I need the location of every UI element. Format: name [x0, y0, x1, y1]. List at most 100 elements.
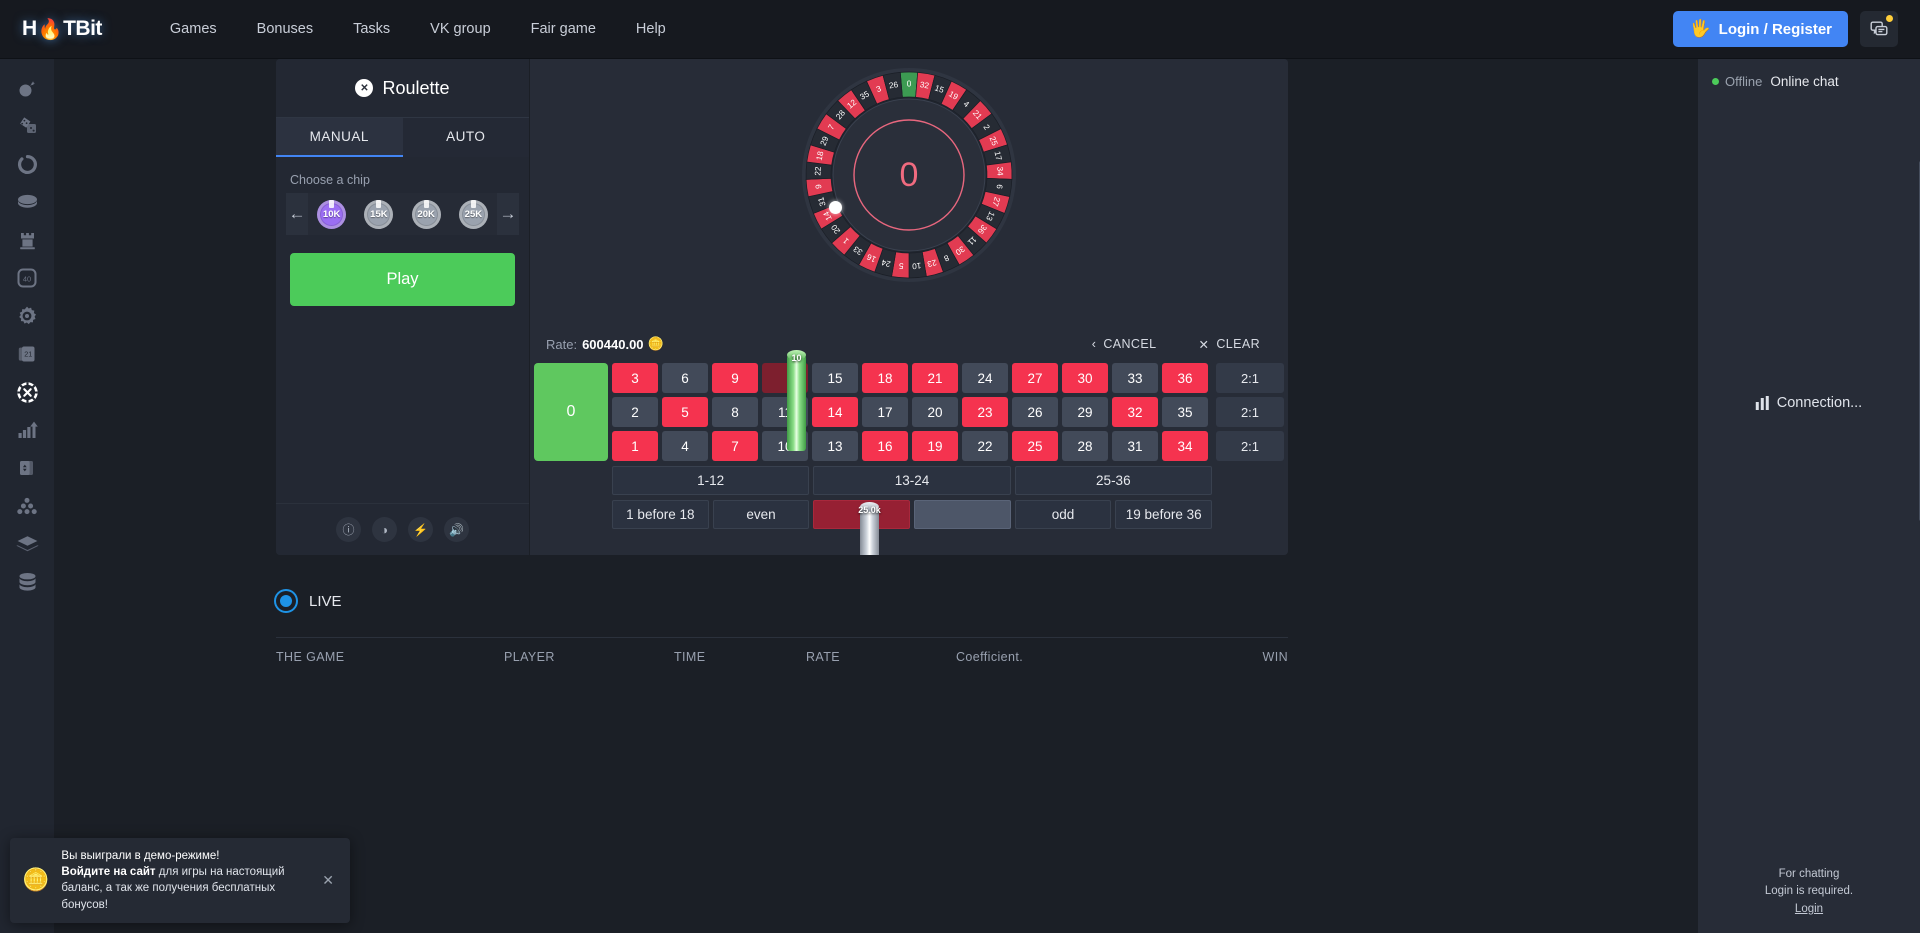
bet-cell-2[interactable]: 2	[612, 397, 658, 427]
bet-cell-8[interactable]: 8	[712, 397, 758, 427]
bet-cell-6[interactable]: 6	[662, 363, 708, 393]
chip-list: 10K 15K 20K 25K	[308, 199, 497, 229]
bet-cell-0[interactable]: 0	[534, 363, 608, 461]
bet-19-before-36[interactable]: 19 before 36	[1115, 500, 1213, 529]
lightning-icon[interactable]: ⚡	[408, 517, 433, 542]
bet-cell-21[interactable]: 21	[912, 363, 958, 393]
roulette-game: Roulette MANUAL AUTO Choose a chip ← 10K…	[276, 59, 1288, 555]
bet-cell-9[interactable]: 9	[712, 363, 758, 393]
bet-cell-1[interactable]: 1	[612, 431, 658, 461]
dozen-13-24[interactable]: 13-24	[813, 466, 1011, 495]
bet-cell-3[interactable]: 3	[612, 363, 658, 393]
column-bet-3[interactable]: 2:1	[1216, 431, 1284, 461]
bet-cell-22[interactable]: 22	[962, 431, 1008, 461]
bet-cell-33[interactable]: 33	[1112, 363, 1158, 393]
bet-cell-19[interactable]: 19	[912, 431, 958, 461]
game-sidebar: 40 21	[0, 59, 54, 933]
sidebar-item-gear-wheel-icon[interactable]	[0, 297, 54, 335]
rate-label: Rate:	[546, 336, 578, 352]
bet-cell-13[interactable]: 13	[812, 431, 858, 461]
sidebar-item-roulette-chip-icon[interactable]	[0, 373, 54, 411]
bet-cell-32[interactable]: 32	[1112, 397, 1158, 427]
bet-cell-36[interactable]: 36	[1162, 363, 1208, 393]
nav-item-fair-game[interactable]: Fair game	[511, 13, 616, 45]
login-register-button[interactable]: 🖐 Login / Register	[1673, 11, 1848, 47]
chip-15k[interactable]: 15K	[364, 199, 394, 229]
demo-mode-toast: 🪙 Вы выиграли в демо-режиме! Войдите на …	[10, 837, 350, 923]
nav-item-tasks[interactable]: Tasks	[333, 13, 410, 45]
chip-20k[interactable]: 20K	[411, 199, 441, 229]
live-table-header: THE GAME PLAYER TIME RATE Coefficient. W…	[276, 638, 1288, 676]
sidebar-item-database-icon[interactable]	[0, 563, 54, 601]
live-section-header: LIVE	[276, 591, 342, 611]
bet-cell-24[interactable]: 24	[962, 363, 1008, 393]
nav-item-vk-group[interactable]: VK group	[410, 13, 510, 45]
sidebar-item-bomb-icon[interactable]	[0, 69, 54, 107]
nav-item-games[interactable]: Games	[150, 13, 237, 45]
bet-cell-29[interactable]: 29	[1062, 397, 1108, 427]
chat-login-link[interactable]: Login	[1795, 903, 1823, 915]
arrow-right-icon[interactable]: →	[497, 193, 519, 235]
bet-cell-16[interactable]: 16	[862, 431, 908, 461]
bet-odd[interactable]: odd	[1014, 500, 1112, 529]
chat-toggle-button[interactable]	[1860, 11, 1898, 47]
sidebar-item-playing-cards-icon[interactable]	[0, 449, 54, 487]
nav-item-help[interactable]: Help	[616, 13, 686, 45]
column-bet-2[interactable]: 2:1	[1216, 397, 1284, 427]
clear-bet-button[interactable]: ✕ CLEAR	[1186, 332, 1272, 357]
bet-cell-18[interactable]: 18	[862, 363, 908, 393]
sidebar-item-pyramid-icon[interactable]	[0, 487, 54, 525]
chip-25k[interactable]: 25K	[458, 199, 488, 229]
close-icon[interactable]: ✕	[318, 868, 338, 893]
bet-black[interactable]	[914, 500, 1011, 529]
bet-cell-17[interactable]: 17	[862, 397, 908, 427]
play-button[interactable]: Play	[290, 253, 515, 306]
sidebar-item-stack-icon[interactable]	[0, 525, 54, 563]
bet-cell-30[interactable]: 30	[1062, 363, 1108, 393]
bet-cell-4[interactable]: 4	[662, 431, 708, 461]
bet-cell-28[interactable]: 28	[1062, 431, 1108, 461]
sidebar-item-coin-stack-icon[interactable]	[0, 183, 54, 221]
sidebar-item-cards-21-icon[interactable]: 21	[0, 335, 54, 373]
bet-cell-34[interactable]: 34	[1162, 431, 1208, 461]
live-col-player: PLAYER	[504, 650, 555, 664]
column-bet-1[interactable]: 2:1	[1216, 363, 1284, 393]
login-register-label: Login / Register	[1718, 20, 1832, 38]
tab-auto[interactable]: AUTO	[402, 118, 529, 157]
bet-cell-7[interactable]: 7	[712, 431, 758, 461]
bet-cell-5[interactable]: 5	[662, 397, 708, 427]
bet-cell-35[interactable]: 35	[1162, 397, 1208, 427]
cancel-bet-button[interactable]: ‹ CANCEL	[1080, 332, 1169, 357]
dozen-25-36[interactable]: 25-36	[1014, 466, 1212, 495]
nav-item-bonuses[interactable]: Bonuses	[237, 13, 333, 45]
bet-cell-25[interactable]: 25	[1012, 431, 1058, 461]
live-toggle[interactable]	[276, 591, 296, 611]
info-icon[interactable]: ⓘ	[336, 517, 361, 542]
bet-even[interactable]: even	[712, 500, 810, 529]
sidebar-item-tower-icon[interactable]	[0, 221, 54, 259]
sidebar-item-ring-icon[interactable]	[0, 145, 54, 183]
sound-icon[interactable]: 🔊	[444, 517, 469, 542]
bet-cell-15[interactable]: 15	[812, 363, 858, 393]
bet-cell-20[interactable]: 20	[912, 397, 958, 427]
sidebar-item-bar-chart-icon[interactable]	[0, 411, 54, 449]
tab-manual[interactable]: MANUAL	[276, 118, 403, 157]
bet-1-before-18[interactable]: 1 before 18	[612, 500, 709, 529]
sidebar-item-forty-icon[interactable]: 40	[0, 259, 54, 297]
bet-cell-31[interactable]: 31	[1112, 431, 1158, 461]
dozen-1-12[interactable]: 1-12	[612, 466, 810, 495]
bet-red[interactable]	[813, 500, 911, 529]
bet-cell-11[interactable]: 11	[762, 397, 808, 427]
contrast-icon[interactable]: ◑	[372, 517, 397, 542]
live-col-coefficient: Coefficient.	[956, 650, 1024, 664]
chip-10k[interactable]: 10K	[317, 199, 347, 229]
bet-cell-12[interactable]	[762, 363, 808, 393]
sidebar-item-dice-icon[interactable]	[0, 107, 54, 145]
bet-cell-14[interactable]: 14	[812, 397, 858, 427]
bet-cell-27[interactable]: 27	[1012, 363, 1058, 393]
site-logo[interactable]: H 🔥 TBit	[22, 17, 102, 42]
bet-cell-23[interactable]: 23	[962, 397, 1008, 427]
arrow-left-icon[interactable]: ←	[286, 193, 308, 235]
bet-cell-26[interactable]: 26	[1012, 397, 1058, 427]
bet-cell-10[interactable]: 10	[762, 431, 808, 461]
